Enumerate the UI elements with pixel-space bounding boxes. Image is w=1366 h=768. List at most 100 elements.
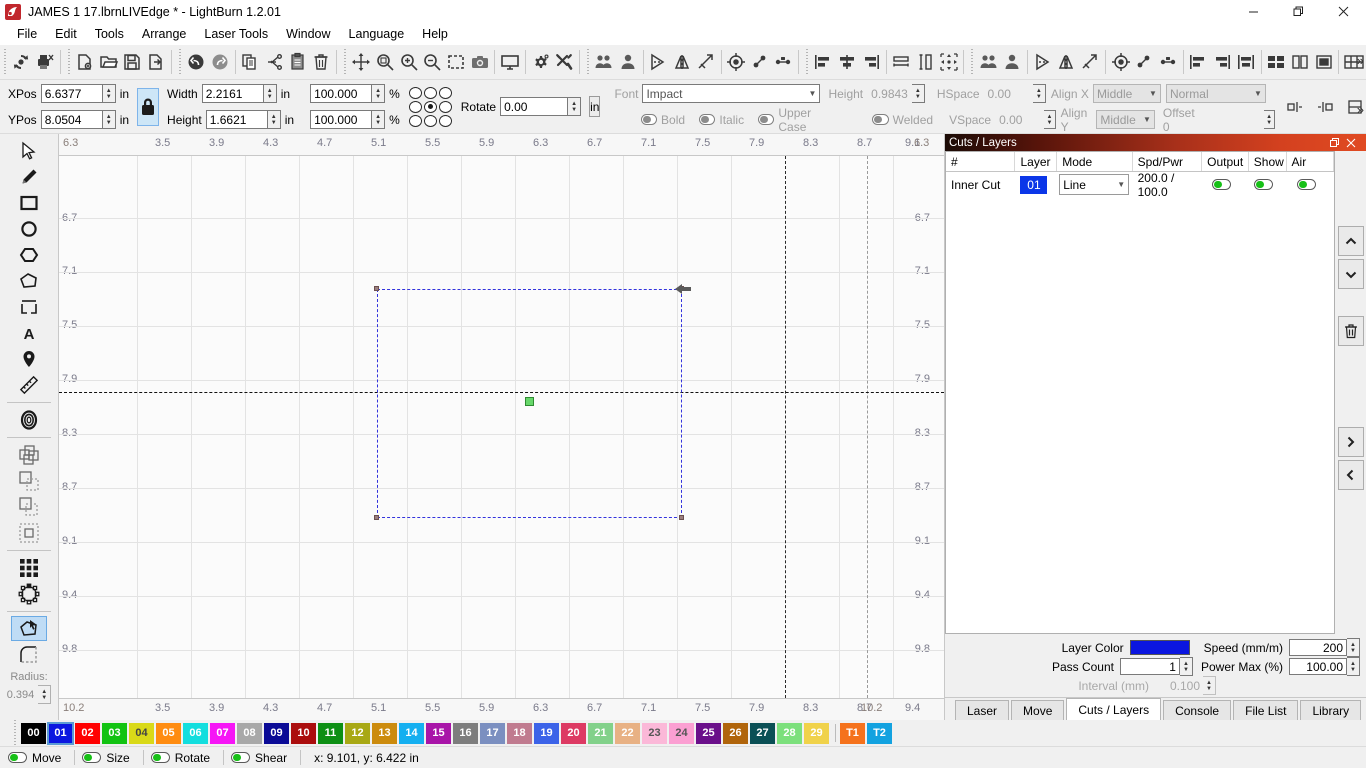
show-toggle[interactable] <box>1253 179 1273 190</box>
menu-arrange[interactable]: Arrange <box>133 25 195 43</box>
lock-aspect-ratio-button[interactable] <box>137 87 160 126</box>
offset-icon[interactable] <box>1132 47 1156 77</box>
group-icon[interactable] <box>592 47 616 77</box>
text-align-right-icon[interactable] <box>1310 92 1340 122</box>
undo-icon[interactable] <box>184 47 208 77</box>
palette-swatch-14[interactable]: 14 <box>399 722 424 744</box>
palette-swatch-00[interactable]: 00 <box>21 722 46 744</box>
toolbar-overflow-button[interactable]: » <box>1357 53 1364 68</box>
bracket-left-icon[interactable] <box>1187 47 1211 77</box>
text-icon[interactable] <box>1264 47 1288 77</box>
tab-library[interactable]: Library <box>1300 700 1362 720</box>
palette-swatch-01[interactable]: 01 <box>47 721 74 745</box>
bold-toggle[interactable] <box>640 114 658 125</box>
anchor-middle-center[interactable] <box>423 100 438 114</box>
toolbar-grip-bool[interactable] <box>969 49 975 75</box>
width-stepper[interactable]: ▲ ▼ <box>263 84 277 103</box>
mirror-icon[interactable] <box>1055 47 1079 77</box>
power-max-input[interactable]: 100.00 <box>1289 658 1347 675</box>
close-path-icon[interactable] <box>694 47 718 77</box>
anchor-top-right[interactable] <box>438 86 453 100</box>
xpos-stepper[interactable]: ▲ ▼ <box>102 84 116 103</box>
layer-number-badge[interactable]: 01 <box>1020 175 1048 194</box>
move-toggle[interactable] <box>8 752 27 763</box>
anchor-point-selector[interactable] <box>408 86 453 128</box>
bracket-both-icon[interactable] <box>1234 47 1258 77</box>
rotate-toggle[interactable] <box>150 752 170 763</box>
anchor-top-left[interactable] <box>408 86 423 100</box>
mirror-vertical-icon[interactable] <box>670 47 694 77</box>
next-panel-button[interactable] <box>1337 427 1364 457</box>
restore-window-icon[interactable] <box>1330 137 1346 148</box>
palette-swatch-09[interactable]: 09 <box>264 722 289 744</box>
node-handle-bottom-left[interactable] <box>374 515 379 520</box>
text-tool[interactable]: A <box>11 320 47 345</box>
polygon-tool[interactable] <box>11 242 47 267</box>
paste-icon[interactable] <box>286 47 310 77</box>
set-position-icon[interactable] <box>748 47 772 77</box>
closed-shape-tool[interactable] <box>11 268 47 293</box>
save-icon[interactable] <box>121 47 145 77</box>
outline-icon[interactable] <box>1312 47 1336 77</box>
rotate-input[interactable]: 0.00 <box>500 97 569 116</box>
units-toggle-button[interactable]: in <box>589 96 601 117</box>
anchor-bottom-left[interactable] <box>408 114 423 128</box>
horizontal-ruler[interactable]: 6.3 3.5 3.9 4.3 4.7 5.1 5.5 5.9 6.3 6.7 … <box>59 134 944 156</box>
speed-input[interactable]: 200 <box>1289 639 1347 656</box>
array-icon[interactable] <box>1156 47 1180 77</box>
anchor-middle-right[interactable] <box>438 100 453 114</box>
xpos-input[interactable]: 6.6377 <box>40 84 103 103</box>
height-percent-stepper[interactable]: ▲ ▼ <box>372 110 386 129</box>
palette-swatch-13[interactable]: 13 <box>372 722 397 744</box>
maximize-button[interactable] <box>1276 0 1321 23</box>
height-percent-input[interactable]: 100.000 <box>310 110 373 129</box>
palette-swatch-08[interactable]: 08 <box>237 722 262 744</box>
toolbar-grip-align[interactable] <box>804 49 810 75</box>
tab-file-list[interactable]: File List <box>1233 700 1299 720</box>
pass-count-stepper[interactable]: ▲ ▼ <box>1179 657 1193 676</box>
rotate-stepper[interactable]: ▲ ▼ <box>568 97 582 116</box>
palette-swatch-11[interactable]: 11 <box>318 722 343 744</box>
air-toggle[interactable] <box>1296 179 1316 190</box>
close-button[interactable] <box>1321 0 1366 23</box>
ungroup-icon[interactable] <box>616 47 640 77</box>
flatten-icon[interactable] <box>1031 47 1055 77</box>
palette-swatch-04[interactable]: 04 <box>129 722 154 744</box>
set-origin-icon[interactable] <box>724 47 748 77</box>
tab-move[interactable]: Move <box>1011 700 1065 720</box>
vspace-stepper[interactable]: ▲ ▼ <box>1044 110 1056 129</box>
palette-swatch-17[interactable]: 17 <box>480 722 505 744</box>
circular-array-tool[interactable] <box>11 581 47 606</box>
node-edit-tool[interactable] <box>11 616 47 641</box>
distribute-h-icon[interactable] <box>889 47 913 77</box>
node-handle-bottom-right[interactable] <box>679 515 684 520</box>
palette-swatch-24[interactable]: 24 <box>669 722 694 744</box>
delete-icon[interactable] <box>309 47 333 77</box>
align-right-icon[interactable] <box>859 47 883 77</box>
align-left-icon[interactable] <box>812 47 836 77</box>
palette-swatch-06[interactable]: 06 <box>183 722 208 744</box>
arrow-icon[interactable] <box>1078 47 1102 77</box>
device-settings-icon[interactable] <box>552 47 576 77</box>
palette-swatch-28[interactable]: 28 <box>777 722 802 744</box>
palette-swatch-03[interactable]: 03 <box>102 722 127 744</box>
column-header-layer[interactable]: Layer <box>1015 152 1058 171</box>
palette-swatch-t1[interactable]: T1 <box>840 722 865 744</box>
propbar-overflow-button[interactable]: » <box>1357 102 1364 117</box>
boolean-cutout-tool[interactable] <box>11 520 47 545</box>
shear-toggle[interactable] <box>231 752 251 763</box>
offset-stepper[interactable]: ▲ ▼ <box>1264 110 1276 129</box>
menu-laser-tools[interactable]: Laser Tools <box>195 25 277 43</box>
close-icon[interactable] <box>1346 138 1362 148</box>
boolean-icon[interactable] <box>1000 47 1024 77</box>
palette-swatch-16[interactable]: 16 <box>453 722 478 744</box>
edit-nodes-tool[interactable] <box>11 294 47 319</box>
move-layer-up-button[interactable] <box>1337 226 1364 256</box>
delete-layer-button[interactable] <box>1337 316 1364 346</box>
palette-swatch-07[interactable]: 07 <box>210 722 235 744</box>
radius-value[interactable]: 0.394 <box>7 689 35 701</box>
column-header-show[interactable]: Show <box>1249 152 1287 171</box>
frame-icon[interactable] <box>468 47 492 77</box>
align-y-select[interactable]: Middle ▼ <box>1096 110 1155 129</box>
palette-swatch-05[interactable]: 05 <box>156 722 181 744</box>
